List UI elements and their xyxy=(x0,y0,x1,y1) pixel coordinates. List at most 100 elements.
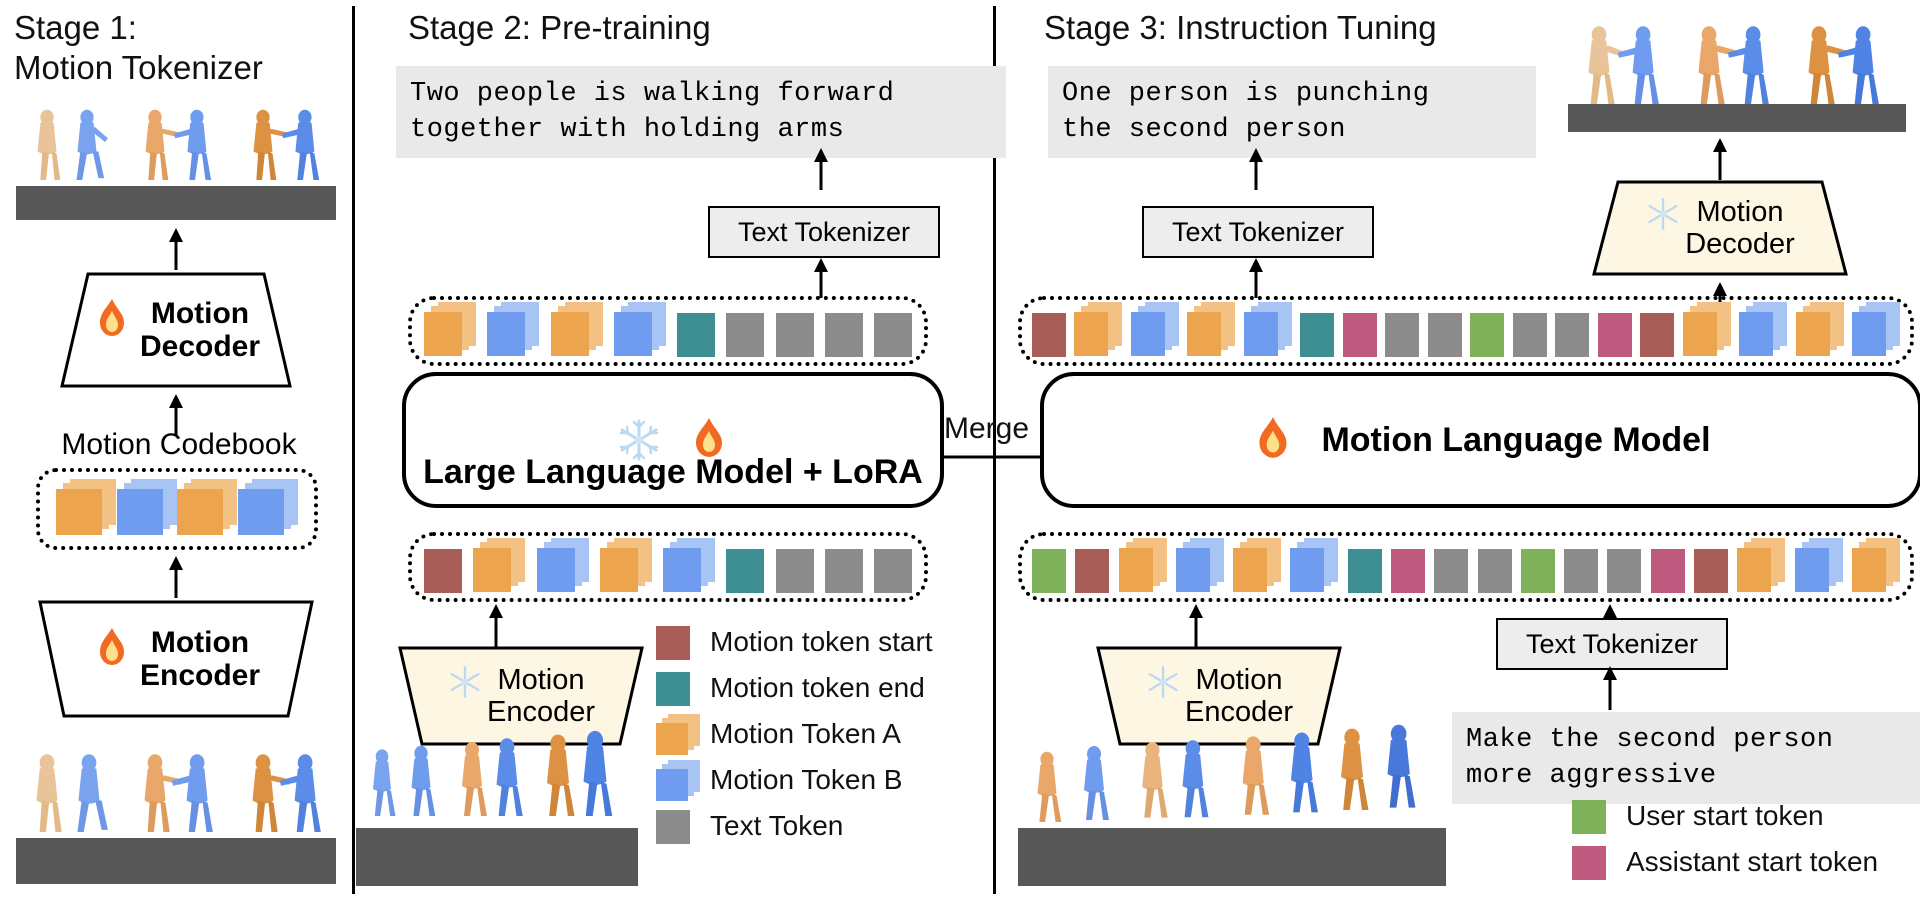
token-text xyxy=(726,313,765,357)
token-layer xyxy=(1118,548,1153,592)
token-start xyxy=(424,549,462,593)
divider-stage1-stage2 xyxy=(352,6,355,894)
legend-swatch-fill xyxy=(1572,800,1606,834)
token-text xyxy=(824,313,863,357)
stage2-input-token-strip xyxy=(408,532,928,602)
token-user xyxy=(1520,549,1555,593)
token-assistant xyxy=(1650,549,1685,593)
arrow-texttok-to-output3 xyxy=(1240,148,1272,190)
stage2-input-motion xyxy=(360,718,640,838)
token-A xyxy=(177,479,238,539)
token-A xyxy=(550,302,603,360)
legend-swatch-start xyxy=(656,622,696,662)
stage1-output-motion xyxy=(16,100,336,192)
legend-swatch-user xyxy=(1572,796,1612,836)
merge-label: Merge xyxy=(944,412,1030,445)
token-A xyxy=(424,302,476,360)
legend-label: Motion Token A xyxy=(710,718,901,749)
stage1-motion-decoder[interactable]: Motion Decoder xyxy=(60,272,292,388)
token-layer xyxy=(1130,312,1165,356)
legend-item-A: Motion Token A xyxy=(656,714,933,755)
token-A xyxy=(56,479,116,539)
token-end xyxy=(677,313,715,357)
token-A xyxy=(1851,538,1900,596)
token-text xyxy=(874,313,912,357)
stage3-instruction-text: Make the second person more aggressive xyxy=(1452,712,1920,804)
legend-label: Text Token xyxy=(710,810,844,841)
token-B xyxy=(536,538,589,596)
token-text xyxy=(1477,549,1512,593)
legend-swatch-A xyxy=(656,714,700,755)
fire-icon xyxy=(92,299,132,353)
token-assistant xyxy=(1390,549,1425,593)
stage3-output-text: One person is punching the second person xyxy=(1048,66,1536,158)
legend-item-assistant: Assistant start token xyxy=(1572,842,1878,882)
token-text xyxy=(1555,313,1590,357)
legend-item-text: Text Token xyxy=(656,806,933,846)
stage1-input-motion xyxy=(16,740,336,844)
stage2-llm-label: Large Language Model + LoRA xyxy=(423,453,923,491)
token-layer xyxy=(1290,548,1325,592)
token-layer xyxy=(1074,312,1109,356)
token-text xyxy=(824,549,863,593)
token-layer xyxy=(663,548,701,592)
token-B xyxy=(1290,538,1339,596)
snowflake-icon xyxy=(447,665,483,714)
snowflake-icon xyxy=(1645,197,1681,246)
stage2-llm-box[interactable]: Large Language Model + LoRA xyxy=(402,372,944,508)
stage3-input-token-strip xyxy=(1018,532,1914,602)
stage3-text-tokenizer-bottom[interactable]: Text Tokenizer xyxy=(1496,618,1728,670)
token-text xyxy=(1427,313,1462,357)
token-user xyxy=(1470,313,1505,357)
stage3-text-tokenizer-top[interactable]: Text Tokenizer xyxy=(1142,206,1374,258)
token-end xyxy=(1347,549,1382,593)
arrow-encoder-to-codebook xyxy=(160,556,192,598)
token-text xyxy=(1385,313,1420,357)
stage2-text-tokenizer[interactable]: Text Tokenizer xyxy=(708,206,940,258)
token-start xyxy=(1640,313,1675,357)
stage3-mlm-label: Motion Language Model xyxy=(1321,420,1711,459)
token-B xyxy=(613,302,666,360)
token-start xyxy=(1032,313,1066,357)
legend-label: Motion token end xyxy=(710,672,925,703)
token-B xyxy=(663,538,715,596)
token-A xyxy=(1795,302,1844,360)
legend-item-user: User start token xyxy=(1572,796,1878,836)
token-layer xyxy=(1794,548,1829,592)
token-text xyxy=(775,549,814,593)
stage3-mlm-box[interactable]: Motion Language Model xyxy=(1040,372,1920,508)
stage1-decoder-label: Motion Decoder xyxy=(139,297,261,363)
fire-icon xyxy=(92,628,132,682)
token-A xyxy=(1682,302,1731,360)
token-A xyxy=(1074,302,1123,360)
token-layer xyxy=(1795,312,1830,356)
legend-swatch-layer xyxy=(656,723,688,755)
stage3-output-token-strip xyxy=(1018,296,1914,366)
stage1-codebook-strip xyxy=(36,468,318,550)
stage2-input-ground xyxy=(356,828,638,886)
token-assistant xyxy=(1597,313,1632,357)
stage2-output-token-strip xyxy=(408,296,928,366)
token-B xyxy=(237,479,298,539)
token-B xyxy=(1243,302,1292,360)
legend-label: Motion Token B xyxy=(710,764,903,795)
stage3-motion-decoder[interactable]: Motion Decoder xyxy=(1592,180,1848,276)
token-layer xyxy=(550,312,589,356)
stage1-motion-encoder[interactable]: Motion Encoder xyxy=(38,600,314,718)
token-end xyxy=(1300,313,1335,357)
token-layer xyxy=(1737,548,1772,592)
snowflake-icon xyxy=(1145,665,1181,714)
stage2-output-text: Two people is walking forward together w… xyxy=(396,66,1006,158)
token-text xyxy=(1607,549,1642,593)
token-layer xyxy=(1682,312,1717,356)
stage1-title: Stage 1: Motion Tokenizer xyxy=(14,9,263,86)
arrow-encoder-to-tokens3 xyxy=(1180,604,1212,648)
legend-swatch-fill xyxy=(656,810,690,844)
token-user xyxy=(1032,549,1066,593)
stage1-encoder-label: Motion Encoder xyxy=(139,626,261,692)
legend-swatch-layer xyxy=(656,769,688,801)
stage1-codebook-label: Motion Codebook xyxy=(61,428,297,461)
arrow-instruction-to-texttok3 xyxy=(1594,666,1626,710)
token-layer xyxy=(473,548,512,592)
token-layer xyxy=(177,489,224,535)
